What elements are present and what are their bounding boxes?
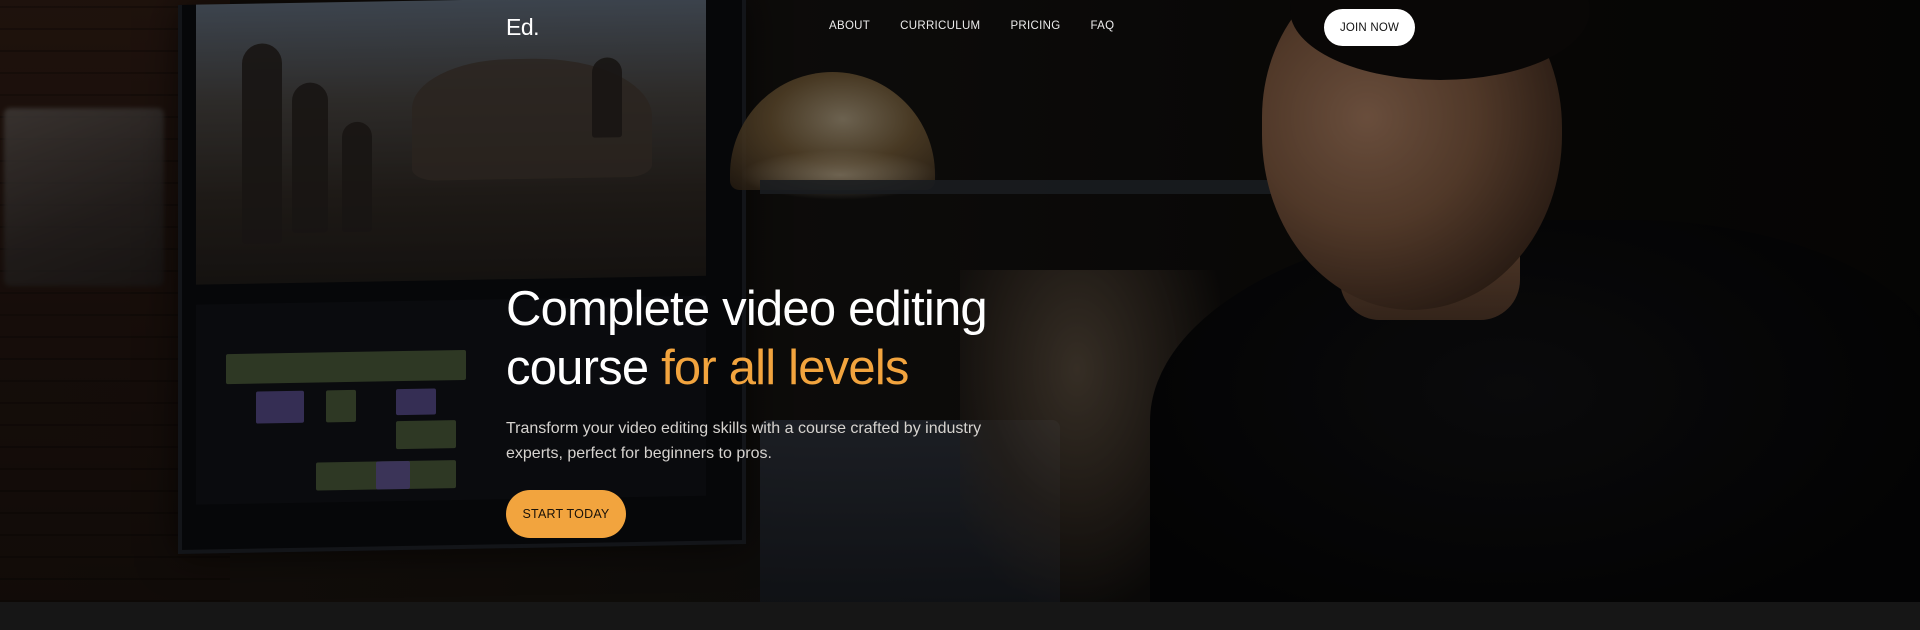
nav-link-faq[interactable]: FAQ bbox=[1090, 20, 1114, 32]
hero-headline: Complete video editing course for all le… bbox=[506, 280, 1046, 398]
footer-strip bbox=[0, 602, 1920, 630]
nav-link-curriculum[interactable]: CURRICULUM bbox=[900, 20, 980, 32]
top-navigation: Ed. ABOUT CURRICULUM PRICING FAQ JOIN NO… bbox=[0, 0, 1920, 56]
nav-link-about[interactable]: ABOUT bbox=[829, 20, 870, 32]
join-now-button[interactable]: JOIN NOW bbox=[1324, 9, 1415, 46]
nav-links: ABOUT CURRICULUM PRICING FAQ bbox=[829, 20, 1114, 32]
brand-logo[interactable]: Ed. bbox=[506, 14, 540, 41]
start-today-button[interactable]: START TODAY bbox=[506, 490, 626, 538]
nav-link-pricing[interactable]: PRICING bbox=[1010, 20, 1060, 32]
headline-line-1: Complete video editing bbox=[506, 282, 988, 336]
headline-line-2: course bbox=[506, 341, 662, 395]
hero-content: Complete video editing course for all le… bbox=[506, 280, 1046, 538]
headline-accent: for all levels bbox=[661, 341, 909, 395]
hero-subtext: Transform your video editing skills with… bbox=[506, 420, 982, 462]
